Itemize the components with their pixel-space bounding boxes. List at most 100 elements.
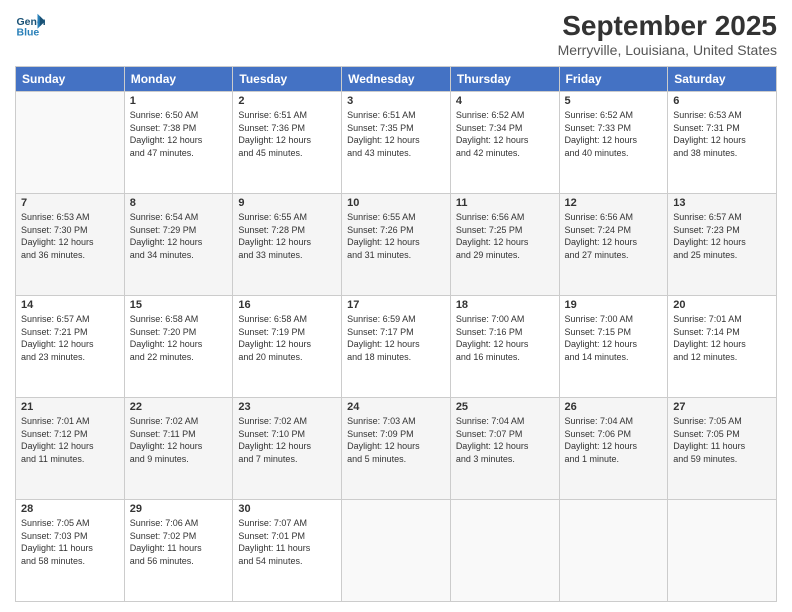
calendar-cell: 23 Sunrise: 7:02 AM Sunset: 7:10 PM Dayli… [233, 398, 342, 500]
day-number: 11 [456, 197, 554, 209]
day-number: 1 [130, 95, 228, 107]
calendar-cell: 24Sunrise: 7:03 AM Sunset: 7:09 PM Dayli… [342, 398, 451, 500]
header: General Blue September 2025 Merryville, … [15, 10, 777, 58]
day-info: Sunrise: 6:51 AM Sunset: 7:36 PM Dayligh… [238, 109, 336, 159]
calendar-cell: 5Sunrise: 6:52 AM Sunset: 7:33 PM Daylig… [559, 92, 668, 194]
day-number: 23 [238, 401, 336, 413]
day-info: Sunrise: 6:56 AM Sunset: 7:25 PM Dayligh… [456, 211, 554, 261]
subtitle: Merryville, Louisiana, United States [558, 42, 777, 58]
day-number: 27 [673, 401, 771, 413]
day-number: 18 [456, 299, 554, 311]
logo: General Blue [15, 10, 45, 40]
calendar-cell: 4Sunrise: 6:52 AM Sunset: 7:34 PM Daylig… [450, 92, 559, 194]
calendar-table: SundayMondayTuesdayWednesdayThursdayFrid… [15, 66, 777, 602]
calendar-week-row: 28 Sunrise: 7:05 AM Sunset: 7:03 PM Dayli… [16, 500, 777, 602]
day-info: Sunrise: 7:03 AM Sunset: 7:09 PM Dayligh… [347, 415, 445, 465]
day-info: Sunrise: 6:56 AM Sunset: 7:24 PM Dayligh… [565, 211, 663, 261]
day-info: Sunrise: 7:00 AM Sunset: 7:15 PM Dayligh… [565, 313, 663, 363]
calendar-cell: 27Sunrise: 7:05 AM Sunset: 7:05 PM Dayli… [668, 398, 777, 500]
day-number: 16 [238, 299, 336, 311]
calendar-cell: 21Sunrise: 7:01 AM Sunset: 7:12 PM Dayli… [16, 398, 125, 500]
calendar-cell: 13Sunrise: 6:57 AM Sunset: 7:23 PM Dayli… [668, 194, 777, 296]
day-number: 25 [456, 401, 554, 413]
calendar-cell: 16 Sunrise: 6:58 AM Sunset: 7:19 PM Dayli… [233, 296, 342, 398]
day-info: Sunrise: 6:58 AM Sunset: 7:20 PM Dayligh… [130, 313, 228, 363]
calendar-header-monday: Monday [124, 67, 233, 92]
day-number: 7 [21, 197, 119, 209]
day-info: Sunrise: 7:05 AM Sunset: 7:03 PM Dayligh… [21, 517, 119, 567]
calendar-week-row: 21Sunrise: 7:01 AM Sunset: 7:12 PM Dayli… [16, 398, 777, 500]
day-number: 10 [347, 197, 445, 209]
calendar-cell: 25Sunrise: 7:04 AM Sunset: 7:07 PM Dayli… [450, 398, 559, 500]
day-info: Sunrise: 6:59 AM Sunset: 7:17 PM Dayligh… [347, 313, 445, 363]
day-info: Sunrise: 7:01 AM Sunset: 7:14 PM Dayligh… [673, 313, 771, 363]
day-info: Sunrise: 6:51 AM Sunset: 7:35 PM Dayligh… [347, 109, 445, 159]
calendar-cell: 22 Sunrise: 7:02 AM Sunset: 7:11 PM Dayli… [124, 398, 233, 500]
main-title: September 2025 [558, 10, 777, 42]
calendar-cell [559, 500, 668, 602]
day-number: 30 [238, 503, 336, 515]
calendar-cell: 28 Sunrise: 7:05 AM Sunset: 7:03 PM Dayli… [16, 500, 125, 602]
svg-text:Blue: Blue [17, 27, 40, 39]
day-number: 28 [21, 503, 119, 515]
calendar-cell: 10 Sunrise: 6:55 AM Sunset: 7:26 PM Dayli… [342, 194, 451, 296]
day-number: 12 [565, 197, 663, 209]
day-info: Sunrise: 7:00 AM Sunset: 7:16 PM Dayligh… [456, 313, 554, 363]
calendar-header-thursday: Thursday [450, 67, 559, 92]
calendar-cell: 17Sunrise: 6:59 AM Sunset: 7:17 PM Dayli… [342, 296, 451, 398]
calendar-header-saturday: Saturday [668, 67, 777, 92]
calendar-cell: 11 Sunrise: 6:56 AM Sunset: 7:25 PM Dayli… [450, 194, 559, 296]
day-number: 21 [21, 401, 119, 413]
day-number: 9 [238, 197, 336, 209]
calendar-cell [450, 500, 559, 602]
calendar-cell: 12 Sunrise: 6:56 AM Sunset: 7:24 PM Dayli… [559, 194, 668, 296]
title-block: September 2025 Merryville, Louisiana, Un… [558, 10, 777, 58]
page: General Blue September 2025 Merryville, … [0, 0, 792, 612]
calendar-cell [342, 500, 451, 602]
day-info: Sunrise: 7:04 AM Sunset: 7:06 PM Dayligh… [565, 415, 663, 465]
day-info: Sunrise: 7:02 AM Sunset: 7:10 PM Dayligh… [238, 415, 336, 465]
day-number: 13 [673, 197, 771, 209]
calendar-cell: 29Sunrise: 7:06 AM Sunset: 7:02 PM Dayli… [124, 500, 233, 602]
day-info: Sunrise: 6:52 AM Sunset: 7:34 PM Dayligh… [456, 109, 554, 159]
day-info: Sunrise: 6:50 AM Sunset: 7:38 PM Dayligh… [130, 109, 228, 159]
day-info: Sunrise: 7:02 AM Sunset: 7:11 PM Dayligh… [130, 415, 228, 465]
day-number: 19 [565, 299, 663, 311]
calendar-cell: 26 Sunrise: 7:04 AM Sunset: 7:06 PM Dayli… [559, 398, 668, 500]
day-info: Sunrise: 6:53 AM Sunset: 7:30 PM Dayligh… [21, 211, 119, 261]
day-info: Sunrise: 6:54 AM Sunset: 7:29 PM Dayligh… [130, 211, 228, 261]
calendar-cell: 8 Sunrise: 6:54 AM Sunset: 7:29 PM Daylig… [124, 194, 233, 296]
day-number: 14 [21, 299, 119, 311]
calendar-week-row: 14 Sunrise: 6:57 AM Sunset: 7:21 PM Dayli… [16, 296, 777, 398]
day-info: Sunrise: 7:07 AM Sunset: 7:01 PM Dayligh… [238, 517, 336, 567]
calendar-cell: 30 Sunrise: 7:07 AM Sunset: 7:01 PM Dayli… [233, 500, 342, 602]
logo-icon: General Blue [15, 10, 45, 40]
calendar-cell: 14 Sunrise: 6:57 AM Sunset: 7:21 PM Dayli… [16, 296, 125, 398]
calendar-cell: 15 Sunrise: 6:58 AM Sunset: 7:20 PM Dayli… [124, 296, 233, 398]
day-info: Sunrise: 6:55 AM Sunset: 7:26 PM Dayligh… [347, 211, 445, 261]
day-info: Sunrise: 6:57 AM Sunset: 7:21 PM Dayligh… [21, 313, 119, 363]
calendar-cell [16, 92, 125, 194]
day-number: 26 [565, 401, 663, 413]
calendar-cell: 9 Sunrise: 6:55 AM Sunset: 7:28 PM Daylig… [233, 194, 342, 296]
day-number: 8 [130, 197, 228, 209]
day-number: 20 [673, 299, 771, 311]
day-number: 22 [130, 401, 228, 413]
day-number: 2 [238, 95, 336, 107]
calendar-cell: 6Sunrise: 6:53 AM Sunset: 7:31 PM Daylig… [668, 92, 777, 194]
day-info: Sunrise: 6:52 AM Sunset: 7:33 PM Dayligh… [565, 109, 663, 159]
calendar-cell: 7 Sunrise: 6:53 AM Sunset: 7:30 PM Daylig… [16, 194, 125, 296]
calendar-week-row: 1 Sunrise: 6:50 AM Sunset: 7:38 PM Daylig… [16, 92, 777, 194]
calendar-header-row: SundayMondayTuesdayWednesdayThursdayFrid… [16, 67, 777, 92]
day-info: Sunrise: 6:58 AM Sunset: 7:19 PM Dayligh… [238, 313, 336, 363]
day-number: 29 [130, 503, 228, 515]
calendar-cell: 20 Sunrise: 7:01 AM Sunset: 7:14 PM Dayli… [668, 296, 777, 398]
day-number: 15 [130, 299, 228, 311]
day-number: 3 [347, 95, 445, 107]
day-info: Sunrise: 6:55 AM Sunset: 7:28 PM Dayligh… [238, 211, 336, 261]
calendar-cell: 1 Sunrise: 6:50 AM Sunset: 7:38 PM Daylig… [124, 92, 233, 194]
calendar-cell: 3 Sunrise: 6:51 AM Sunset: 7:35 PM Daylig… [342, 92, 451, 194]
calendar-cell: 2 Sunrise: 6:51 AM Sunset: 7:36 PM Daylig… [233, 92, 342, 194]
calendar-cell [668, 500, 777, 602]
day-number: 6 [673, 95, 771, 107]
